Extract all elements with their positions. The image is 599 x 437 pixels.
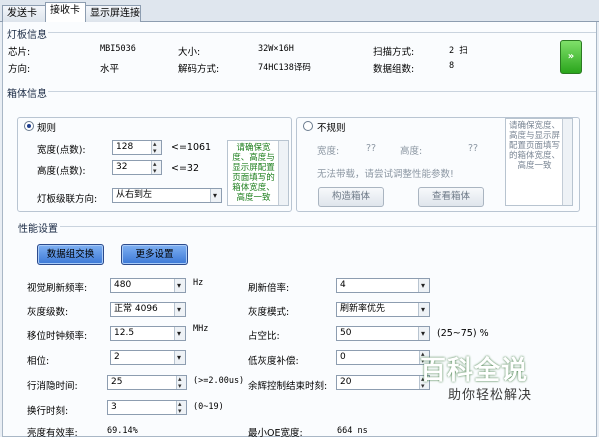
row-change-hint: (0~19) [193, 402, 224, 412]
regular-note: 请确保宽度、高度与显示屏配置页面填写的箱体宽度、高度一致 [227, 140, 289, 206]
scan-label: 扫描方式: [373, 47, 415, 58]
width-label: 宽度(点数): [37, 145, 86, 156]
row-blank-spinner-arrows[interactable] [176, 373, 186, 393]
chip-label: 芯片: [8, 47, 31, 58]
irregular-note: 请确保宽度、高度与显示屏配置页面填写的箱体宽度、高度一致 [505, 118, 573, 206]
decode-label: 解码方式: [178, 64, 220, 75]
shift-clock-unit: MHz [193, 324, 209, 334]
height-hint: <=32 [171, 163, 200, 174]
direction-label: 方向: [8, 64, 31, 75]
refresh-freq-unit: Hz [193, 278, 204, 288]
chevron-down-icon [418, 327, 429, 340]
refresh-freq-select[interactable]: 480 [110, 278, 186, 293]
performance-divider [60, 226, 596, 227]
tab-bar: 发送卡 接收卡 显示屏连接 [0, 0, 599, 23]
irregular-radio[interactable] [303, 121, 313, 131]
scan-value: 2 扫 [449, 46, 468, 56]
cascade-select[interactable]: 从右到左 [112, 188, 222, 203]
width-input[interactable]: 128 [112, 138, 162, 158]
gray-level-select[interactable]: 正常 4096 [110, 302, 186, 317]
irregular-label: 不规则 [317, 123, 346, 134]
cabinet-info-title: 箱体信息 [7, 89, 47, 100]
shift-clock-select[interactable]: 12.5 [110, 326, 186, 341]
width-spinner-arrows[interactable] [151, 138, 161, 158]
height-spinner-arrows[interactable] [151, 158, 161, 178]
low-gray-input[interactable]: 0 [336, 348, 430, 368]
afterglow-input[interactable]: 20 [336, 373, 430, 393]
efficiency-value: 69.14% [107, 426, 138, 436]
refresh-mult-select[interactable]: 4 [336, 278, 430, 293]
irregular-hint: 无法带载，请尝试调整性能参数! [317, 169, 454, 180]
chevron-down-icon [174, 351, 185, 364]
row-blank-hint: (>=2.00us) [193, 376, 245, 386]
cascade-label: 灯板级联方向: [37, 194, 98, 205]
duty-select[interactable]: 50 [336, 326, 430, 341]
min-oe-label: 最小OE宽度: [248, 428, 303, 437]
watermark-subtitle: 助你轻松解决 [448, 388, 533, 403]
direction-value: 水平 [100, 64, 120, 75]
tab-receiver-card[interactable]: 接收卡 [45, 2, 86, 23]
row-change-label: 换行时刻: [27, 406, 69, 417]
regular-radio[interactable] [24, 121, 34, 131]
irregular-width-value: ?? [366, 143, 377, 154]
phase-label: 相位: [27, 356, 50, 367]
refresh-mult-label: 刷新倍率: [248, 283, 290, 294]
board-info-divider [48, 32, 596, 33]
gray-mode-select[interactable]: 刷新率优先 [336, 302, 430, 317]
irregular-height-label: 高度: [400, 146, 423, 157]
size-label: 大小: [178, 47, 201, 58]
groups-label: 数据组数: [373, 64, 415, 75]
chip-value: MBI5036 [100, 44, 136, 54]
efficiency-label: 亮度有效率: [27, 428, 78, 437]
view-cabinet-button[interactable]: 查看箱体 [418, 187, 484, 207]
watermark-title: 百科全说 [420, 356, 529, 386]
irregular-width-label: 宽度: [317, 146, 340, 157]
gray-mode-label: 灰度模式: [248, 307, 290, 318]
more-settings-button[interactable]: 更多设置 [121, 244, 188, 265]
performance-title: 性能设置 [18, 224, 58, 235]
row-blank-input[interactable]: 25 [107, 373, 187, 393]
shift-clock-label: 移位时钟频率: [27, 331, 88, 342]
row-change-spinner-arrows[interactable] [176, 398, 186, 418]
groups-value: 8 [449, 61, 455, 71]
board-info-title: 灯板信息 [7, 30, 47, 41]
tab-sender-card[interactable]: 发送卡 [2, 5, 46, 22]
height-input[interactable]: 32 [112, 158, 162, 178]
chevron-down-icon [418, 279, 429, 292]
chevron-down-icon [174, 279, 185, 292]
note-scrollbar[interactable] [278, 141, 288, 205]
size-value: 32W×16H [258, 44, 294, 54]
width-hint: <=1061 [171, 142, 212, 153]
row-blank-label: 行消隐时间: [27, 381, 78, 392]
chevron-down-icon [418, 303, 429, 316]
chevron-down-icon [210, 189, 221, 202]
decode-value: 74HC138译码 [258, 63, 311, 73]
chevron-down-icon [174, 303, 185, 316]
row-change-input[interactable]: 3 [107, 398, 187, 418]
height-label: 高度(点数): [37, 166, 86, 177]
refresh-freq-label: 视觉刷新频率: [27, 283, 88, 294]
regular-label: 规则 [37, 123, 57, 134]
duty-hint: (25~75) % [437, 328, 489, 339]
gray-level-label: 灰度级数: [27, 307, 69, 318]
afterglow-label: 余辉控制结束时刻: [248, 381, 328, 392]
cabinet-info-divider [48, 91, 596, 92]
tab-display-connection[interactable]: 显示屏连接 [85, 5, 141, 22]
build-cabinet-button[interactable]: 构造箱体 [318, 187, 384, 207]
chevron-down-icon [174, 327, 185, 340]
low-gray-label: 低灰度补偿: [248, 356, 299, 367]
irregular-height-value: ?? [468, 143, 479, 154]
phase-select[interactable]: 2 [110, 350, 186, 365]
expand-button[interactable]: » [560, 40, 582, 74]
irregular-note-scrollbar[interactable] [562, 119, 572, 205]
data-swap-button[interactable]: 数据组交换 [37, 244, 104, 265]
min-oe-value: 664 ns [337, 426, 368, 436]
duty-label: 占空比: [248, 331, 280, 342]
